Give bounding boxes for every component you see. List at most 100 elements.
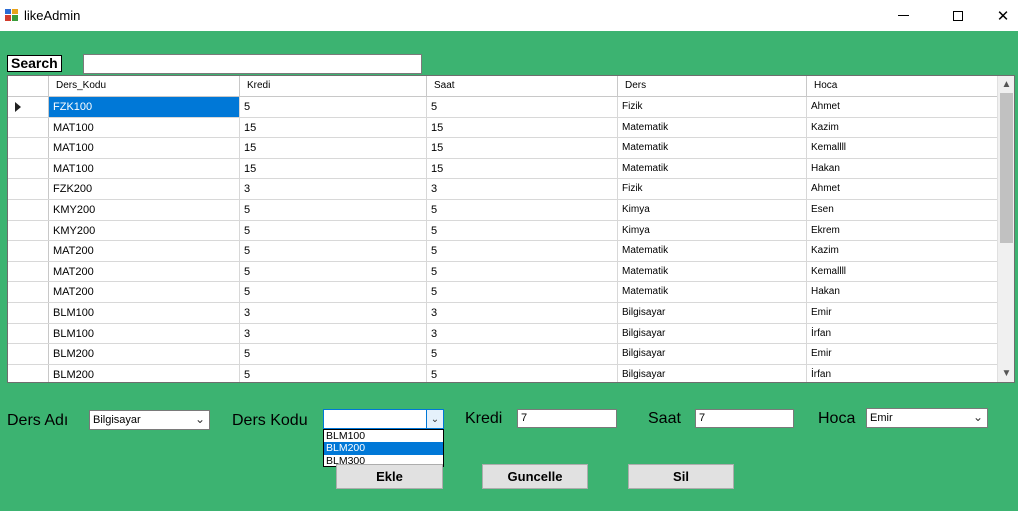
column-header-kredi[interactable]: Kredi bbox=[240, 76, 427, 96]
cell-hoca[interactable]: Emir bbox=[807, 344, 998, 364]
cell-hoca[interactable]: İrfan bbox=[807, 364, 998, 382]
cell-ders-kodu[interactable]: MAT200 bbox=[49, 241, 240, 261]
row-header[interactable] bbox=[8, 117, 49, 138]
scroll-thumb[interactable] bbox=[1000, 93, 1013, 243]
cell-saat[interactable]: 15 bbox=[427, 158, 618, 179]
cell-kredi[interactable]: 5 bbox=[240, 97, 427, 117]
cell-hoca[interactable]: İrfan bbox=[807, 323, 998, 344]
row-header[interactable] bbox=[8, 302, 49, 323]
table-row[interactable]: MAT100 15 15 Matematik Hakan bbox=[8, 158, 998, 180]
cell-saat[interactable]: 3 bbox=[427, 179, 618, 199]
cell-saat[interactable]: 15 bbox=[427, 138, 618, 158]
hoca-combo[interactable]: Emir ⌄ bbox=[866, 408, 988, 428]
cell-ders[interactable]: Kimya bbox=[618, 199, 807, 220]
table-row[interactable]: FZK200 3 3 Fizik Ahmet bbox=[8, 179, 998, 200]
kredi-input[interactable]: 7 bbox=[517, 409, 617, 428]
cell-hoca[interactable]: Hakan bbox=[807, 158, 998, 179]
table-row[interactable]: MAT200 5 5 Matematik Hakan bbox=[8, 282, 998, 303]
cell-ders[interactable]: Matematik bbox=[618, 158, 807, 179]
cell-kredi[interactable]: 15 bbox=[240, 117, 427, 138]
scroll-up-icon[interactable]: ▲ bbox=[998, 76, 1014, 93]
dropdown-option[interactable]: BLM100 bbox=[324, 430, 443, 442]
cell-ders[interactable]: Matematik bbox=[618, 241, 807, 261]
cell-saat[interactable]: 5 bbox=[427, 241, 618, 261]
cell-ders-kodu[interactable]: KMY200 bbox=[49, 220, 240, 241]
row-header[interactable] bbox=[8, 97, 49, 117]
minimize-button[interactable] bbox=[880, 0, 926, 31]
cell-ders-kodu[interactable]: MAT200 bbox=[49, 282, 240, 302]
vertical-scrollbar[interactable]: ▲ ▼ bbox=[997, 76, 1014, 382]
ders-kodu-combo[interactable]: ⌄ bbox=[323, 409, 444, 429]
cell-hoca[interactable]: Kemallll bbox=[807, 261, 998, 282]
cell-ders-kodu[interactable]: BLM200 bbox=[49, 364, 240, 382]
cell-ders-kodu[interactable]: MAT100 bbox=[49, 117, 240, 138]
cell-kredi[interactable]: 3 bbox=[240, 323, 427, 344]
cell-hoca[interactable]: Esen bbox=[807, 199, 998, 220]
cell-ders-kodu[interactable]: MAT200 bbox=[49, 261, 240, 282]
cell-ders[interactable]: Bilgisayar bbox=[618, 364, 807, 382]
cell-ders-kodu[interactable]: BLM200 bbox=[49, 344, 240, 364]
cell-hoca[interactable]: Ekrem bbox=[807, 220, 998, 241]
column-header-saat[interactable]: Saat bbox=[427, 76, 618, 96]
cell-ders-kodu[interactable]: BLM100 bbox=[49, 302, 240, 323]
cell-ders-kodu[interactable]: MAT100 bbox=[49, 158, 240, 179]
cell-hoca[interactable]: Kazim bbox=[807, 117, 998, 138]
cell-kredi[interactable]: 3 bbox=[240, 179, 427, 199]
search-input[interactable] bbox=[83, 54, 422, 74]
cell-kredi[interactable]: 15 bbox=[240, 158, 427, 179]
cell-hoca[interactable]: Hakan bbox=[807, 282, 998, 302]
cell-saat[interactable]: 3 bbox=[427, 302, 618, 323]
cell-kredi[interactable]: 5 bbox=[240, 199, 427, 220]
guncelle-button[interactable]: Guncelle bbox=[482, 464, 588, 489]
cell-hoca[interactable]: Kemallll bbox=[807, 138, 998, 158]
table-row[interactable]: MAT200 5 5 Matematik Kazim bbox=[8, 241, 998, 262]
cell-hoca[interactable]: Emir bbox=[807, 302, 998, 323]
ekle-button[interactable]: Ekle bbox=[336, 464, 443, 489]
row-header[interactable] bbox=[8, 220, 49, 241]
cell-ders-kodu[interactable]: FZK200 bbox=[49, 179, 240, 199]
cell-ders-kodu[interactable]: KMY200 bbox=[49, 199, 240, 220]
column-header-hoca[interactable]: Hoca bbox=[807, 76, 998, 96]
cell-ders-kodu[interactable]: FZK100 bbox=[49, 97, 240, 117]
table-row[interactable]: BLM100 3 3 Bilgisayar Emir bbox=[8, 302, 998, 324]
row-header[interactable] bbox=[8, 282, 49, 302]
ders-adi-combo[interactable]: Bilgisayar ⌄ bbox=[89, 410, 210, 430]
close-button[interactable]: ✕ bbox=[980, 0, 1018, 31]
cell-kredi[interactable]: 5 bbox=[240, 241, 427, 261]
row-header[interactable] bbox=[8, 364, 49, 382]
cell-saat[interactable]: 5 bbox=[427, 344, 618, 364]
row-header[interactable] bbox=[8, 344, 49, 364]
table-row[interactable]: BLM100 3 3 Bilgisayar İrfan bbox=[8, 323, 998, 345]
table-row[interactable]: KMY200 5 5 Kimya Esen bbox=[8, 199, 998, 221]
cell-hoca[interactable]: Ahmet bbox=[807, 97, 998, 117]
row-header[interactable] bbox=[8, 199, 49, 220]
table-row[interactable]: BLM200 5 5 Bilgisayar İrfan bbox=[8, 364, 998, 382]
cell-saat[interactable]: 5 bbox=[427, 199, 618, 220]
cell-ders[interactable]: Matematik bbox=[618, 282, 807, 302]
column-header-ders-kodu[interactable]: Ders_Kodu bbox=[49, 76, 240, 96]
cell-kredi[interactable]: 5 bbox=[240, 261, 427, 282]
scroll-down-icon[interactable]: ▼ bbox=[998, 365, 1014, 382]
cell-hoca[interactable]: Kazim bbox=[807, 241, 998, 261]
row-header[interactable] bbox=[8, 261, 49, 282]
row-header[interactable] bbox=[8, 241, 49, 261]
row-header[interactable] bbox=[8, 158, 49, 179]
cell-ders[interactable]: Fizik bbox=[618, 179, 807, 199]
sil-button[interactable]: Sil bbox=[628, 464, 734, 489]
table-row[interactable]: MAT100 15 15 Matematik Kemallll bbox=[8, 138, 998, 159]
cell-ders[interactable]: Fizik bbox=[618, 97, 807, 117]
cell-kredi[interactable]: 5 bbox=[240, 220, 427, 241]
cell-ders-kodu[interactable]: BLM100 bbox=[49, 323, 240, 344]
table-row[interactable]: BLM200 5 5 Bilgisayar Emir bbox=[8, 344, 998, 365]
cell-hoca[interactable]: Ahmet bbox=[807, 179, 998, 199]
cell-saat[interactable]: 15 bbox=[427, 117, 618, 138]
cell-ders[interactable]: Matematik bbox=[618, 117, 807, 138]
ders-kodu-dropdown-list[interactable]: BLM100 BLM200 BLM300 bbox=[323, 429, 444, 467]
cell-saat[interactable]: 5 bbox=[427, 261, 618, 282]
cell-ders[interactable]: Kimya bbox=[618, 220, 807, 241]
cell-saat[interactable]: 5 bbox=[427, 282, 618, 302]
cell-kredi[interactable]: 5 bbox=[240, 344, 427, 364]
maximize-button[interactable] bbox=[935, 0, 981, 31]
table-row[interactable]: MAT200 5 5 Matematik Kemallll bbox=[8, 261, 998, 283]
cell-ders[interactable]: Matematik bbox=[618, 261, 807, 282]
